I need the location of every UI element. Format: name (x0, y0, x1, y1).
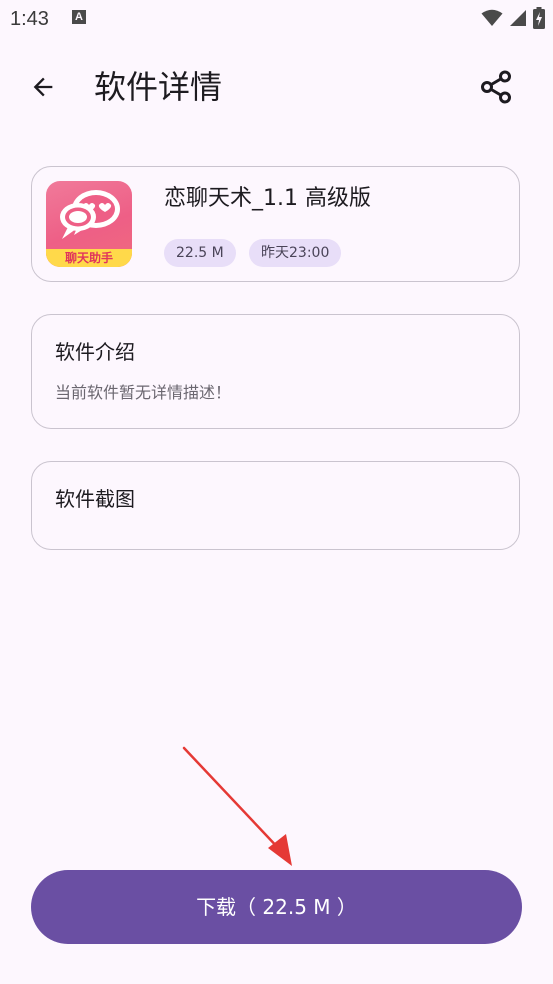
app-name: 恋聊天术_1.1 高级版 (164, 186, 371, 211)
intro-title: 软件介绍 (55, 340, 135, 364)
page-title: 软件详情 (94, 68, 223, 106)
date-chip: 昨天23:00 (249, 239, 342, 267)
app-bar: 软件详情 (0, 48, 553, 128)
share-button[interactable] (475, 66, 517, 108)
chat-bubble-icon (60, 190, 120, 239)
signal-icon (510, 10, 526, 26)
battery-charging-icon (533, 7, 545, 29)
app-icon-label: 聊天助手 (46, 249, 132, 267)
app-icon: 聊天助手 (46, 181, 132, 267)
screenshots-title: 软件截图 (55, 487, 135, 511)
status-time: 1:43 (10, 8, 49, 30)
intro-card: 软件介绍 当前软件暂无详情描述！ (31, 314, 520, 429)
screenshots-card: 软件截图 (31, 461, 520, 550)
app-info-card[interactable]: 聊天助手 恋聊天术_1.1 高级版 22.5 M 昨天23:00 (31, 166, 520, 282)
back-button[interactable] (22, 66, 64, 108)
notification-a-icon: A (72, 10, 86, 24)
status-bar: 1:43 A (0, 0, 553, 40)
status-icons (481, 7, 545, 29)
arrow-left-icon (33, 77, 53, 97)
download-button[interactable]: 下载（ 22.5 M ） (31, 870, 522, 944)
share-icon (481, 70, 511, 104)
size-chip: 22.5 M (164, 239, 236, 267)
intro-description: 当前软件暂无详情描述！ (55, 383, 232, 402)
wifi-icon (481, 9, 503, 26)
